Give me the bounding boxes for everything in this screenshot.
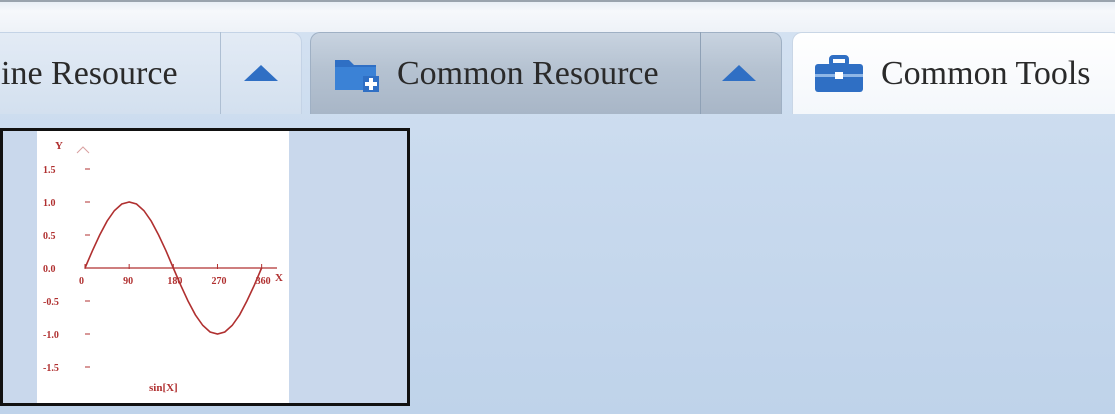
resource-thumbnail[interactable]: 1.5 1.0 0.5 0.0 -0.5 -1.0 -1.5 0 90 180 270 360 Y … <box>0 128 410 406</box>
collapse-arrow-button-active[interactable] <box>706 32 772 114</box>
triangle-up-icon <box>722 65 756 81</box>
y-tick-label: 1.0 <box>43 198 56 209</box>
y-tick-label: -1.5 <box>43 363 59 374</box>
x-axis-label: X <box>275 272 283 284</box>
tab-common-tools-label: Common Tools <box>881 54 1091 92</box>
x-tick-label: 270 <box>211 276 226 287</box>
y-axis-label: Y <box>55 140 63 152</box>
y-tick-label: 1.5 <box>43 165 56 176</box>
top-strip <box>0 0 1115 32</box>
y-axis-arrow <box>76 146 90 154</box>
tab-common-tools[interactable]: Common Tools <box>792 32 1115 114</box>
tab-separator <box>700 32 701 114</box>
collapse-arrow-button[interactable] <box>228 32 294 114</box>
briefcase-icon <box>813 54 865 94</box>
y-tick-label: 0.0 <box>43 264 56 275</box>
x-tick-label: 90 <box>123 276 133 287</box>
y-tick-labels: 1.5 1.0 0.5 0.0 -0.5 -1.0 -1.5 <box>43 165 90 374</box>
thumbnail-paper: 1.5 1.0 0.5 0.0 -0.5 -1.0 -1.5 0 90 180 270 360 Y … <box>37 131 289 403</box>
tab-machine-resource-label: ine Resource <box>1 54 178 92</box>
tab-common-resource-label: Common Resource <box>397 54 659 92</box>
sine-chart: 1.51.00.50.0-0.5-1.0-1.5 0 90 180 270 360 Y … <box>43 140 283 394</box>
y-tick-label: 0.5 <box>43 231 56 242</box>
folder-plus-icon <box>333 54 381 94</box>
y-tick-label: -1.0 <box>43 330 59 341</box>
tab-separator <box>220 32 221 114</box>
chart-axes <box>76 146 277 269</box>
app-window: ine Resource Common Resource Common Tool… <box>0 0 1115 414</box>
y-tick-label: -0.5 <box>43 297 59 308</box>
content-area: 1.5 1.0 0.5 0.0 -0.5 -1.0 -1.5 0 90 180 270 360 Y … <box>0 114 1115 414</box>
tab-bar: ine Resource Common Resource Common Tool… <box>0 32 1115 114</box>
triangle-up-icon <box>244 65 278 81</box>
chart-caption: sin[X] <box>149 382 178 394</box>
x-tick-label: 0 <box>79 276 84 287</box>
